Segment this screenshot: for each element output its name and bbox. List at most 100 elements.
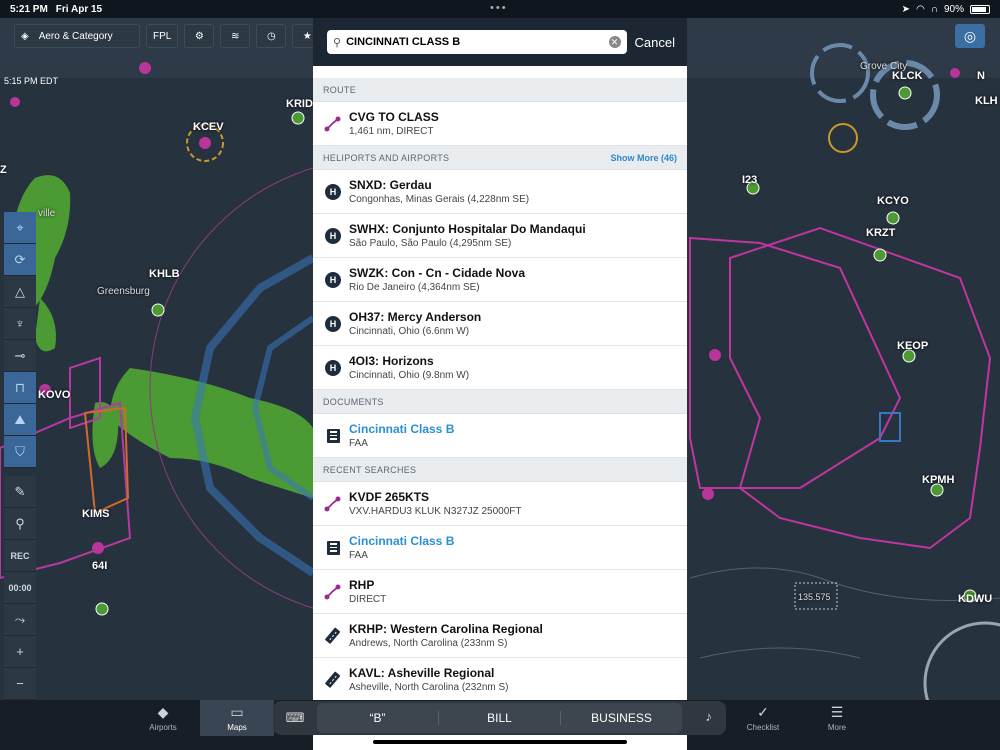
result-subtitle: São Paulo, São Paulo (4,295nm SE) — [349, 238, 512, 249]
tab-maps[interactable]: ▭ Maps — [200, 700, 274, 736]
map-label: Greensburg — [97, 286, 150, 297]
fpl-button[interactable]: FPL — [146, 24, 179, 48]
record-button[interactable]: REC — [4, 540, 36, 572]
result-title: CVG TO CLASS — [349, 110, 439, 124]
show-more-link[interactable]: Show More (46) — [610, 153, 677, 163]
search-input[interactable]: CINCINNATI CLASS B — [346, 36, 603, 48]
layers-button[interactable]: ◈ Aero & Category — [14, 24, 140, 48]
map-label: KRID — [286, 98, 313, 110]
battery-icon — [970, 4, 990, 14]
result-row[interactable]: Cincinnati Class B FAA — [313, 526, 687, 570]
tab-checklist[interactable]: ✓ Checklist — [726, 700, 800, 736]
search-icon: ⚲ — [333, 36, 342, 49]
map-label: KEOP — [897, 340, 929, 352]
result-title: KAVL: Asheville Regional — [349, 666, 495, 680]
rotate-map-icon[interactable]: ⟳ — [4, 244, 36, 276]
section-header-recent: RECENT SEARCHES — [313, 458, 687, 482]
status-date: Fri Apr 15 — [55, 3, 103, 15]
map-label: KCEV — [193, 121, 224, 133]
result-title: KVDF 265KTS — [349, 490, 430, 504]
map-side-tools-dark: ✎ ⚲ REC 00:00 ⤳ + − — [4, 476, 36, 700]
tab-airports[interactable]: ◆ Airports — [126, 700, 200, 736]
track-up-icon[interactable]: ◎ — [955, 24, 985, 48]
result-row[interactable]: KRHP: Western Carolina Regional Andrews, … — [313, 614, 687, 658]
runway-overlay-icon[interactable]: ⊸ — [4, 340, 36, 372]
map-label: KRZT — [866, 227, 896, 239]
clear-search-icon[interactable]: ✕ — [608, 36, 621, 48]
result-row[interactable]: Cincinnati Class B FAA — [313, 414, 687, 458]
result-row[interactable]: H 4OI3: Horizons Cincinnati, Ohio (9.8nm … — [313, 346, 687, 390]
result-subtitle: Cincinnati, Ohio (6.6nm W) — [349, 326, 470, 337]
tab-label: Airports — [149, 723, 177, 732]
section-title: ROUTE — [323, 84, 356, 95]
route-tool-icon[interactable]: ⤳ — [4, 604, 36, 636]
result-row[interactable]: KAVL: Asheville Regional Asheville, North… — [313, 658, 687, 700]
map-pin-icon[interactable]: ⚲ — [4, 508, 36, 540]
suggestion-item[interactable]: BUSINESS — [561, 711, 682, 725]
result-row[interactable]: H OH37: Mercy Anderson Cincinnati, Ohio (… — [313, 302, 687, 346]
suggestion-item[interactable]: BILL — [439, 711, 561, 725]
keyboard-icon[interactable]: ⌨ — [273, 710, 317, 726]
section-header-heliports: HELIPORTS AND AIRPORTS Show More (46) — [313, 146, 687, 170]
suggestions: “B” BILL BUSINESS — [317, 703, 682, 733]
microphone-icon[interactable]: ♪ — [706, 709, 713, 724]
tab-more[interactable]: ☰ More — [800, 700, 874, 736]
record-timer: 00:00 — [4, 572, 36, 604]
map-label: I23 — [742, 174, 758, 186]
settings-gear-icon[interactable]: ⚙ — [184, 24, 215, 48]
heliport-icon: H — [325, 315, 341, 332]
shield-icon[interactable]: ⛉ — [4, 436, 36, 468]
map-label: KHLB — [149, 268, 180, 280]
search-field[interactable]: ⚲ CINCINNATI CLASS B ✕ — [327, 30, 627, 54]
center-on-position-icon[interactable]: ⌖ — [4, 212, 36, 244]
map-label: 64I — [92, 560, 108, 572]
result-row[interactable]: CVG TO CLASS 1,461 nm, DIRECT — [313, 102, 687, 146]
map-toolbar: ◈ Aero & Category FPL ⚙ ≋ ◷ ★ — [14, 24, 323, 48]
result-subtitle: FAA — [349, 438, 368, 449]
layers-label: Aero & Category — [38, 30, 113, 42]
profile-view-icon[interactable]: ≋ — [220, 24, 251, 48]
result-title: RHP — [349, 578, 375, 592]
checkmark-icon: ✓ — [757, 704, 769, 720]
document-icon — [326, 540, 340, 555]
profile-icon[interactable]: ⊓ — [4, 372, 36, 404]
zoom-out-icon[interactable]: − — [4, 668, 36, 700]
headphones-icon: ∩ — [930, 3, 938, 15]
section-title: HELIPORTS AND AIRPORTS — [323, 152, 450, 163]
menu-icon: ☰ — [830, 704, 844, 720]
map-label: Grove City — [860, 61, 908, 72]
result-title: 4OI3: Horizons — [349, 354, 434, 368]
cancel-button[interactable]: Cancel — [635, 35, 675, 50]
clock-icon[interactable]: ◷ — [256, 24, 287, 48]
map-label: KIMS — [82, 508, 110, 520]
result-row[interactable]: H SWHX: Conjunto Hospitalar Do Mandaqui S… — [313, 214, 687, 258]
result-row[interactable]: H SWZK: Con - Cn - Cidade Nova Rio De Jan… — [313, 258, 687, 302]
map-side-tools-blue: ⌖ ⟳ △ ♆ ⊸ ⊓ ⛰ ⛉ — [4, 212, 36, 468]
map-label: KLH — [975, 95, 998, 107]
result-row[interactable]: H SNXD: Gerdau Congonhas, Minas Gerais (4… — [313, 170, 687, 214]
runway-icon — [324, 671, 342, 689]
section-title: RECENT SEARCHES — [323, 464, 417, 475]
battery-percent: 90% — [943, 3, 964, 15]
search-results[interactable]: ROUTE CVG TO CLASS 1,461 nm, DIRECT HELIP… — [313, 66, 687, 700]
map-label: Z — [0, 164, 7, 176]
suggestion-item[interactable]: “B” — [317, 711, 439, 725]
section-header-route: ROUTE — [313, 78, 687, 102]
route-icon — [324, 583, 342, 601]
terrain-icon[interactable]: △ — [4, 276, 36, 308]
result-row[interactable]: RHP DIRECT — [313, 570, 687, 614]
multitasking-dots-icon[interactable]: ••• — [490, 2, 508, 14]
zoom-in-icon[interactable]: + — [4, 636, 36, 668]
obstacle-icon[interactable]: ♆ — [4, 308, 36, 340]
keyboard-suggestion-bar: ⌨ “B” BILL BUSINESS ♪ — [273, 701, 726, 735]
mountain-icon[interactable]: ⛰ — [4, 404, 36, 436]
result-title: OH37: Mercy Anderson — [349, 310, 482, 324]
result-subtitle: FAA — [349, 550, 368, 561]
document-icon — [326, 428, 340, 443]
airports-icon: ◆ — [157, 704, 169, 720]
result-row[interactable]: KVDF 265KTS VXV.HARDU3 KLUK N327JZ 25000F… — [313, 482, 687, 526]
heliport-icon: H — [325, 227, 341, 244]
result-subtitle: Asheville, North Carolina (232nm S) — [349, 682, 509, 693]
heliport-icon: H — [325, 183, 341, 200]
pencil-icon[interactable]: ✎ — [4, 476, 36, 508]
